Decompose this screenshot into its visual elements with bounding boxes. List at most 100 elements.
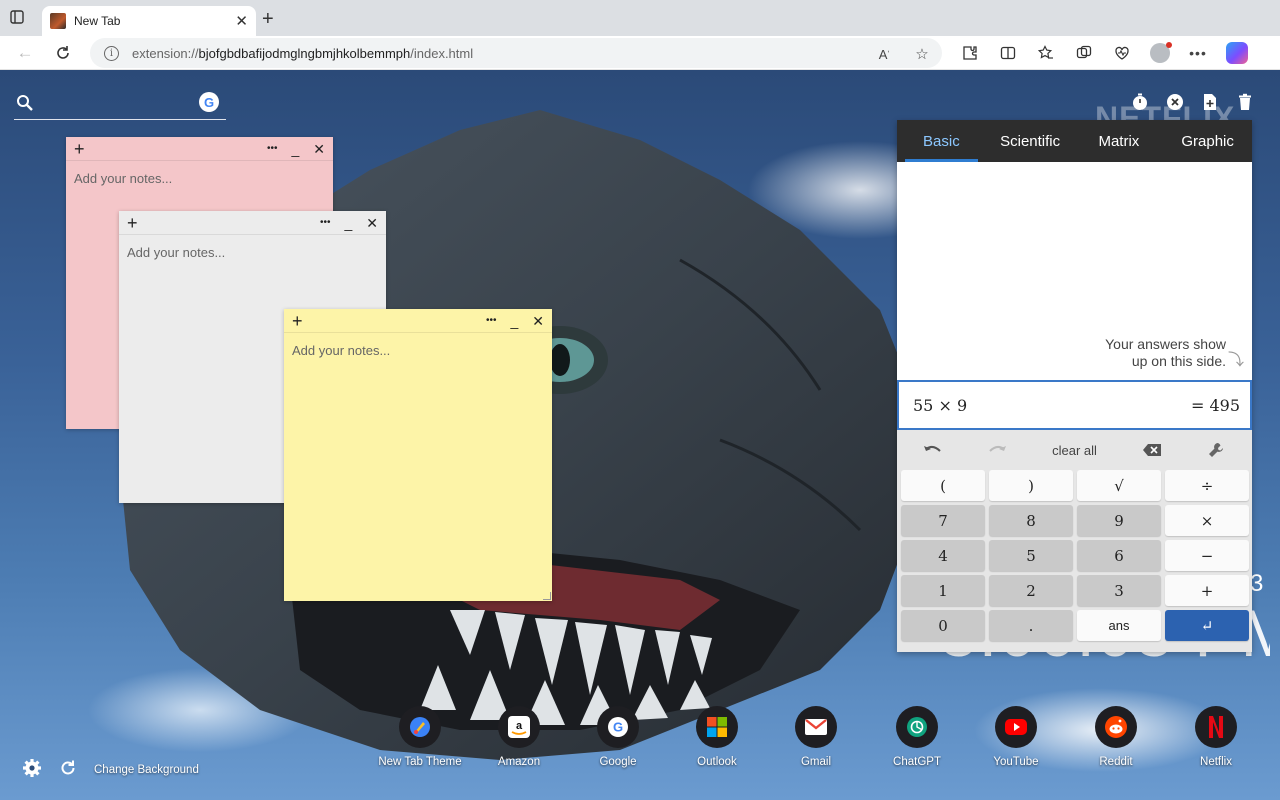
key-1[interactable]: 1 [901,575,985,606]
url-text: extension://bjofgbdbafijodmglngbmjhkolbe… [132,45,474,61]
change-background-button[interactable]: Change Background [94,760,199,776]
settings-wrench-icon[interactable] [1184,442,1248,458]
clear-all-button[interactable]: clear all [1030,443,1120,458]
key-3[interactable]: 3 [1077,575,1161,606]
shortcut-gmail[interactable]: Gmail [766,706,866,768]
calculator-input[interactable]: 55 × 9 = 495 [897,380,1252,430]
shortcut-youtube[interactable]: YouTube [966,706,1066,768]
copilot-icon[interactable] [1226,42,1248,64]
calculator-utility-row: clear all [901,434,1248,466]
note-more-icon[interactable]: ••• [267,142,278,156]
note-close-button[interactable]: ✕ [313,142,325,156]
key-multiply[interactable]: × [1165,505,1249,536]
key-5[interactable]: 5 [989,540,1073,571]
browser-tab[interactable]: New Tab ✕ [42,6,256,36]
svg-text:G: G [613,720,623,735]
google-icon: G [597,706,639,748]
note-close-button[interactable]: ✕ [366,216,378,230]
read-aloud-icon[interactable]: Aʼ [874,44,894,64]
calculator-history: Your answers show up on this side. ⤵ [897,162,1252,380]
tab-graphic[interactable]: Graphic [1163,120,1252,162]
shortcut-reddit[interactable]: Reddit [1066,706,1166,768]
tab-basic[interactable]: Basic [897,120,986,162]
note-add-button[interactable]: + [74,140,85,158]
new-tab-button[interactable]: + [262,9,274,29]
note-close-button[interactable]: ✕ [532,314,544,328]
key-minus[interactable]: − [1165,540,1249,571]
note-minimize-button[interactable]: _ [291,142,299,156]
key-2[interactable]: 2 [989,575,1073,606]
refresh-background-icon[interactable] [58,758,78,778]
tab-scientific[interactable]: Scientific [986,120,1075,162]
shortcut-google[interactable]: G Google [568,706,668,768]
tab-actions-icon[interactable] [10,10,32,32]
note-add-button[interactable]: + [127,214,138,232]
more-menu-icon[interactable]: ••• [1188,43,1208,63]
reload-button[interactable] [52,42,74,64]
profile-avatar[interactable] [1150,42,1172,63]
undo-icon[interactable] [901,443,965,457]
key-0[interactable]: 0 [901,610,985,641]
search-input[interactable] [44,92,194,114]
note-more-icon[interactable]: ••• [320,216,331,230]
note-toolbar: + ••• _ ✕ [66,137,333,161]
new-tab-theme-icon [399,706,441,748]
key-ans[interactable]: ans [1077,610,1161,641]
extensions-icon[interactable] [960,43,980,63]
key-decimal[interactable]: . [989,610,1073,641]
key-6[interactable]: 6 [1077,540,1161,571]
note-add-button[interactable]: + [292,312,303,330]
note-resize-handle[interactable] [543,592,551,600]
shortcut-chatgpt[interactable]: ChatGPT [867,706,967,768]
info-icon[interactable]: i [104,45,119,61]
tab-title: New Tab [74,14,121,28]
settings-gear-icon[interactable] [22,758,42,778]
reddit-icon [1095,706,1137,748]
key-plus[interactable]: + [1165,575,1249,606]
note-text-area[interactable]: Add your notes... [66,161,333,196]
add-note-icon[interactable] [1200,92,1220,112]
calculator-widget: Basic Scientific Matrix Graphic Your ans… [897,120,1252,652]
key-8[interactable]: 8 [989,505,1073,536]
tab-matrix[interactable]: Matrix [1075,120,1164,162]
google-engine-icon[interactable]: G [199,92,219,112]
note-more-icon[interactable]: ••• [486,314,497,328]
key-4[interactable]: 4 [901,540,985,571]
tab-favicon-icon [50,13,66,29]
trash-icon[interactable] [1235,92,1255,112]
timer-icon[interactable] [1130,92,1150,112]
backspace-icon[interactable] [1120,443,1184,457]
tab-close-icon[interactable]: ✕ [235,12,248,30]
search-bar: G [14,88,226,120]
note-text-area[interactable]: Add your notes... [284,333,552,368]
note-minimize-button[interactable]: _ [510,314,518,328]
key-sqrt[interactable]: √ [1077,470,1161,501]
collections-icon[interactable] [1074,43,1094,63]
key-9[interactable]: 9 [1077,505,1161,536]
shortcut-netflix[interactable]: Netflix [1166,706,1266,768]
shortcut-outlook[interactable]: Outlook [667,706,767,768]
page-tools [1130,92,1255,112]
key-open-paren[interactable]: ( [901,470,985,501]
key-divide[interactable]: ÷ [1165,470,1249,501]
search-icon[interactable] [16,94,34,112]
close-widgets-icon[interactable] [1165,92,1185,112]
address-bar[interactable]: i extension://bjofgbdbafijodmglngbmjhkol… [90,38,942,68]
shortcut-dock: New Tab Theme a Amazon G Google Outlook … [370,706,1260,776]
favorites-icon[interactable] [1036,43,1056,63]
split-screen-icon[interactable] [998,43,1018,63]
date-fragment: 3 [1250,570,1264,597]
key-close-paren[interactable]: ) [989,470,1073,501]
note-text-area[interactable]: Add your notes... [119,235,386,270]
youtube-icon [995,706,1037,748]
key-enter[interactable]: ↵ [1165,610,1249,641]
note-minimize-button[interactable]: _ [344,216,352,230]
gmail-icon [795,706,837,748]
key-7[interactable]: 7 [901,505,985,536]
shortcut-new-tab-theme[interactable]: New Tab Theme [370,706,470,768]
back-button[interactable]: ← [14,42,36,64]
favorite-star-icon[interactable]: ☆ [912,44,932,64]
shortcut-amazon[interactable]: a Amazon [469,706,569,768]
browser-essentials-icon[interactable] [1112,43,1132,63]
redo-icon[interactable] [965,443,1029,457]
